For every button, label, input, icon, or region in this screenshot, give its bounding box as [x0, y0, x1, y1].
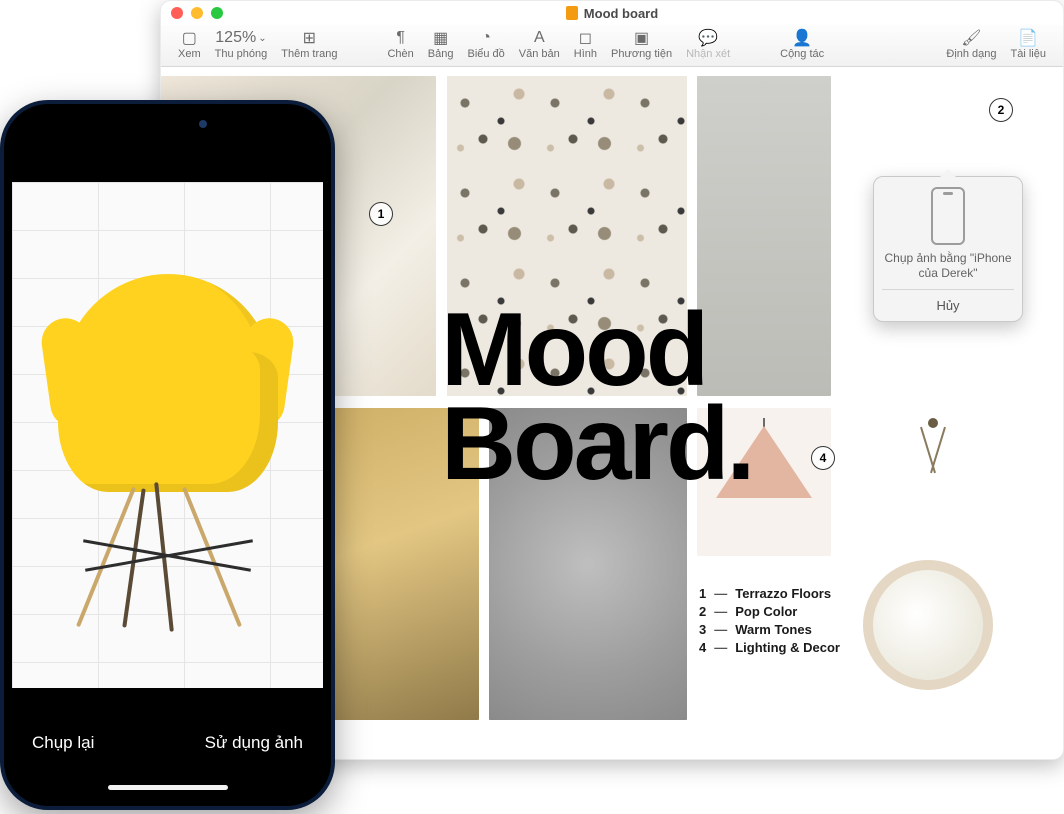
- add-page-label: Thêm trang: [281, 48, 337, 60]
- paragraph-icon: ¶: [396, 28, 405, 48]
- legend-label-2: Pop Color: [735, 604, 797, 619]
- phone-outline-icon: [931, 187, 965, 245]
- document-button[interactable]: 📄 Tài liệu: [1004, 28, 1053, 60]
- legend-dash: —: [714, 622, 727, 637]
- chart-button[interactable]: ◔ Biểu đồ: [460, 28, 511, 60]
- legend-n-4: 4: [699, 640, 706, 655]
- zoom-label: Thu phóng: [215, 48, 268, 60]
- table-icon: ▦: [433, 28, 448, 48]
- table-label: Bảng: [428, 48, 454, 60]
- iphone-screen: Chụp lại Sử dụng ảnh: [12, 112, 323, 798]
- legend-n-1: 1: [699, 586, 706, 601]
- mirror-frame: [863, 560, 993, 690]
- use-photo-button[interactable]: Sử dụng ảnh: [205, 733, 303, 753]
- legend-dash: —: [714, 640, 727, 655]
- headline-line2[interactable]: Board.: [441, 398, 752, 492]
- comment-label: Nhận xét: [686, 48, 730, 60]
- camera-bottom-bar: Chụp lại Sử dụng ảnh: [12, 688, 323, 798]
- collaborate-label: Cộng tác: [780, 48, 824, 60]
- chair-seat: [58, 352, 278, 492]
- legend-row: 2 — Pop Color: [699, 604, 840, 619]
- legend-n-2: 2: [699, 604, 706, 619]
- format-label: Định dạng: [946, 48, 996, 60]
- document-icon: [566, 6, 578, 20]
- comment-button[interactable]: 💬 Nhận xét: [679, 28, 737, 60]
- legend-n-3: 3: [699, 622, 706, 637]
- home-indicator[interactable]: [108, 785, 228, 790]
- callout-4[interactable]: 4: [811, 446, 835, 470]
- mirror-hook: [928, 418, 938, 428]
- view-button[interactable]: ▢ Xem: [171, 28, 208, 60]
- add-page-button[interactable]: ⊞ Thêm trang: [274, 28, 344, 60]
- legend-label-4: Lighting & Decor: [735, 640, 840, 655]
- legend: 1 — Terrazzo Floors 2 — Pop Color 3 — Warm Ton…: [699, 586, 840, 658]
- camera-dot: [199, 120, 207, 128]
- document-label: Tài liệu: [1011, 48, 1046, 60]
- legend-dash: —: [714, 604, 727, 619]
- chart-icon: ◔: [481, 28, 491, 48]
- legend-label-3: Warm Tones: [735, 622, 812, 637]
- add-page-icon: ⊞: [303, 28, 316, 48]
- window-title-text: Mood board: [584, 6, 658, 21]
- table-button[interactable]: ▦ Bảng: [421, 28, 461, 60]
- comment-icon: 💬: [698, 28, 718, 48]
- chevron-down-icon: ⌄: [258, 33, 266, 44]
- shape-label: Hình: [574, 48, 597, 60]
- legend-label-1: Terrazzo Floors: [735, 586, 831, 601]
- zoom-percentage: 125%: [215, 29, 256, 47]
- legend-row: 4 — Lighting & Decor: [699, 640, 840, 655]
- shape-button[interactable]: ◻ Hình: [567, 28, 604, 60]
- zoom-value-display: 125% ⌄: [215, 28, 266, 48]
- headline-line1[interactable]: Mood: [441, 304, 706, 398]
- titlebar: Mood board: [161, 1, 1063, 25]
- insert-button[interactable]: ¶ Chèn: [380, 28, 420, 60]
- popover-cancel-button[interactable]: Hủy: [882, 289, 1014, 321]
- image-concrete[interactable]: [697, 76, 831, 396]
- media-button[interactable]: ▣ Phương tiện: [604, 28, 679, 60]
- popover-text: Chụp ảnh bằng "iPhone của Derek": [882, 251, 1014, 281]
- iphone-notch: [93, 112, 243, 138]
- media-icon: ▣: [634, 28, 649, 48]
- format-button[interactable]: 🖌 Định dạng: [939, 28, 1003, 60]
- chart-label: Biểu đồ: [467, 48, 504, 60]
- format-icon: 🖌: [961, 28, 981, 48]
- mirror-strap-right: [930, 427, 946, 473]
- view-icon: ▢: [182, 28, 197, 48]
- insert-label: Chèn: [387, 48, 413, 60]
- zoom-control[interactable]: 125% ⌄ Thu phóng: [208, 28, 275, 60]
- text-label: Văn bản: [519, 48, 560, 60]
- text-icon: A: [534, 28, 545, 48]
- legend-row: 3 — Warm Tones: [699, 622, 840, 637]
- callout-2[interactable]: 2: [989, 98, 1013, 122]
- toolbar: ▢ Xem 125% ⌄ Thu phóng ⊞ Thêm trang ¶ Ch…: [161, 25, 1063, 67]
- media-label: Phương tiện: [611, 48, 672, 60]
- text-button[interactable]: A Văn bản: [512, 28, 567, 60]
- collaborate-icon: 👤: [792, 28, 812, 48]
- camera-preview[interactable]: [12, 182, 323, 688]
- collaborate-button[interactable]: 👤 Cộng tác: [773, 28, 831, 60]
- image-mirror[interactable]: [841, 408, 1031, 720]
- retake-button[interactable]: Chụp lại: [32, 733, 94, 753]
- shape-icon: ◻: [579, 28, 592, 48]
- window-title: Mood board: [161, 6, 1063, 21]
- iphone-device: Chụp lại Sử dụng ảnh: [0, 100, 335, 810]
- legend-row: 1 — Terrazzo Floors: [699, 586, 840, 601]
- callout-1[interactable]: 1: [369, 202, 393, 226]
- continuity-camera-popover: Chụp ảnh bằng "iPhone của Derek" Hủy: [873, 176, 1023, 322]
- legend-dash: —: [714, 586, 727, 601]
- document-panel-icon: 📄: [1018, 28, 1038, 48]
- view-label: Xem: [178, 48, 201, 60]
